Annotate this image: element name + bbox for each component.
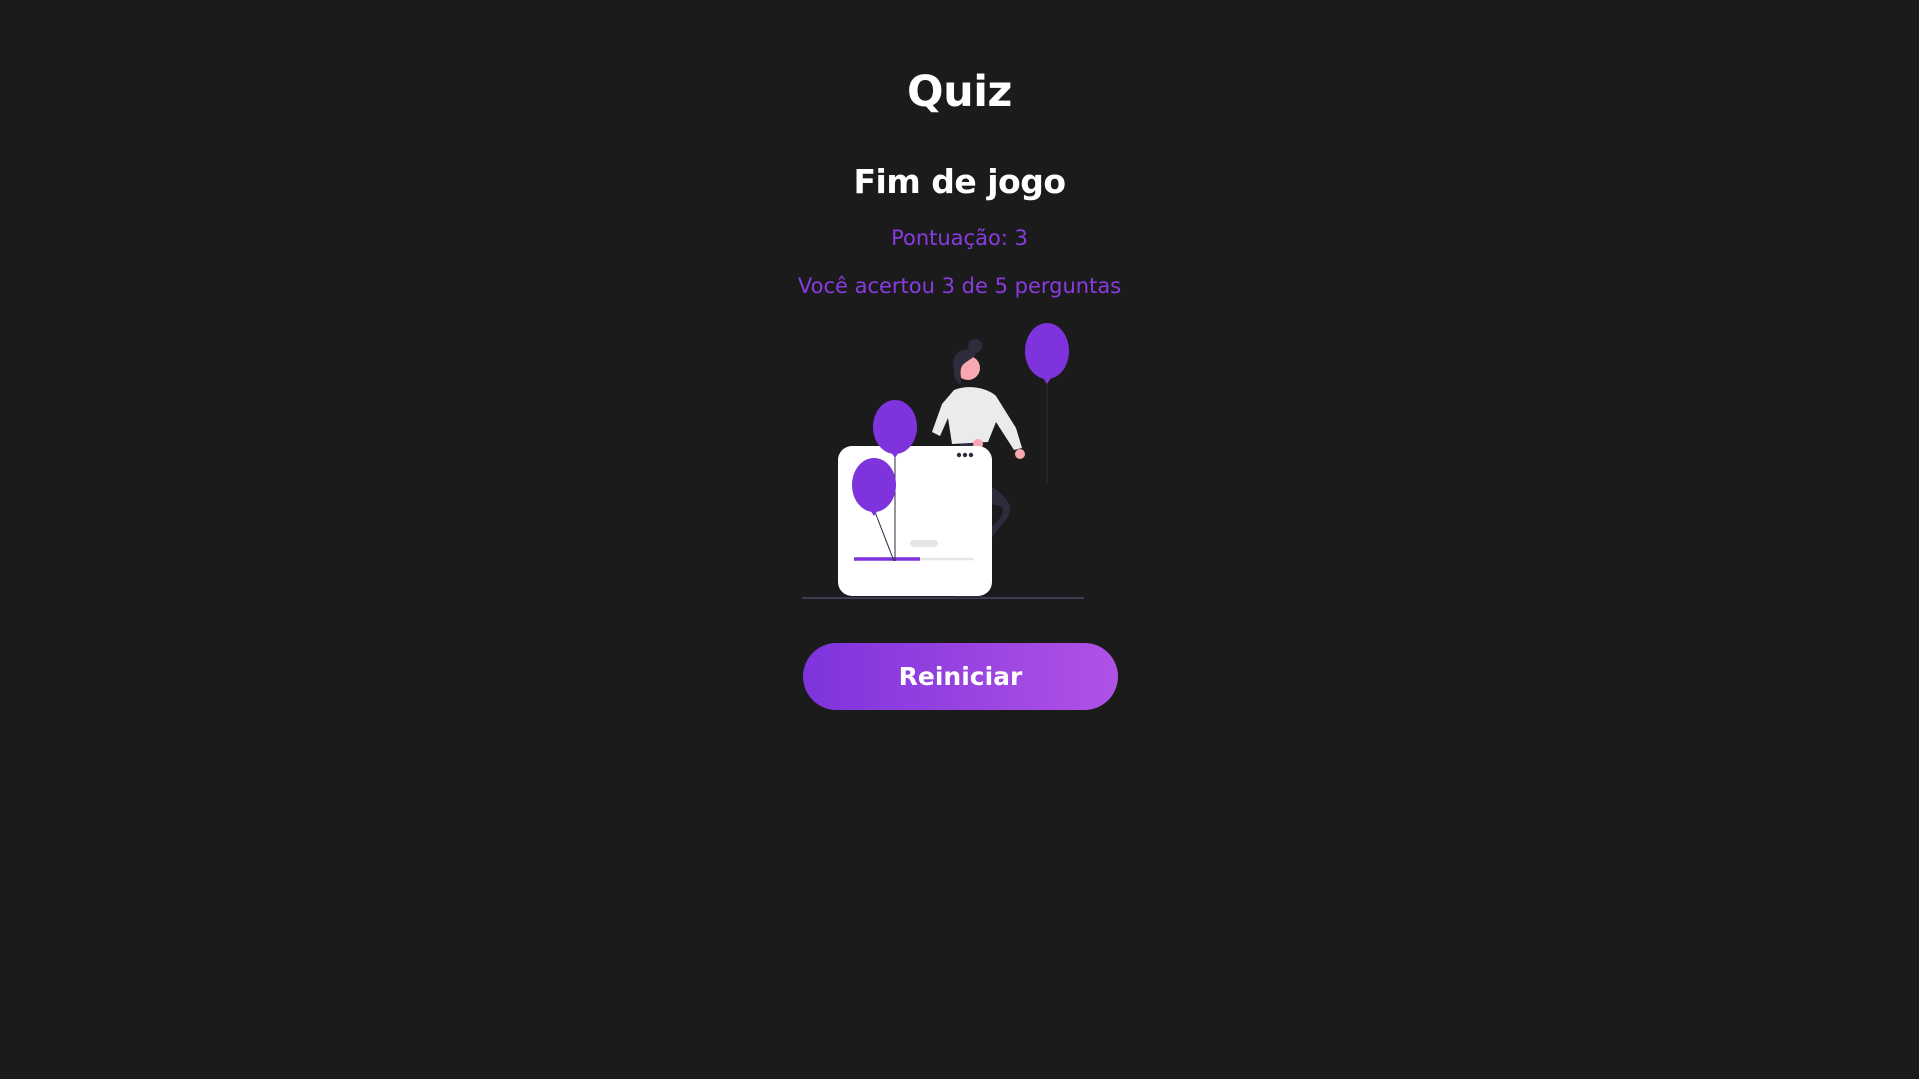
balloon-top-left — [873, 400, 917, 454]
restart-button[interactable]: Reiniciar — [803, 643, 1118, 710]
quiz-page: Quiz Fim de jogo Pontuação: 3 Você acert… — [0, 0, 1919, 1079]
celebration-illustration — [802, 323, 1084, 599]
game-over-heading: Fim de jogo — [853, 162, 1067, 201]
result-summary-text: Você acertou 3 de 5 perguntas — [797, 274, 1122, 298]
balloon-low-left — [852, 458, 896, 512]
balloon-right — [1025, 323, 1069, 379]
score-text: Pontuação: 3 — [891, 226, 1028, 250]
app-title: Quiz — [907, 67, 1012, 117]
